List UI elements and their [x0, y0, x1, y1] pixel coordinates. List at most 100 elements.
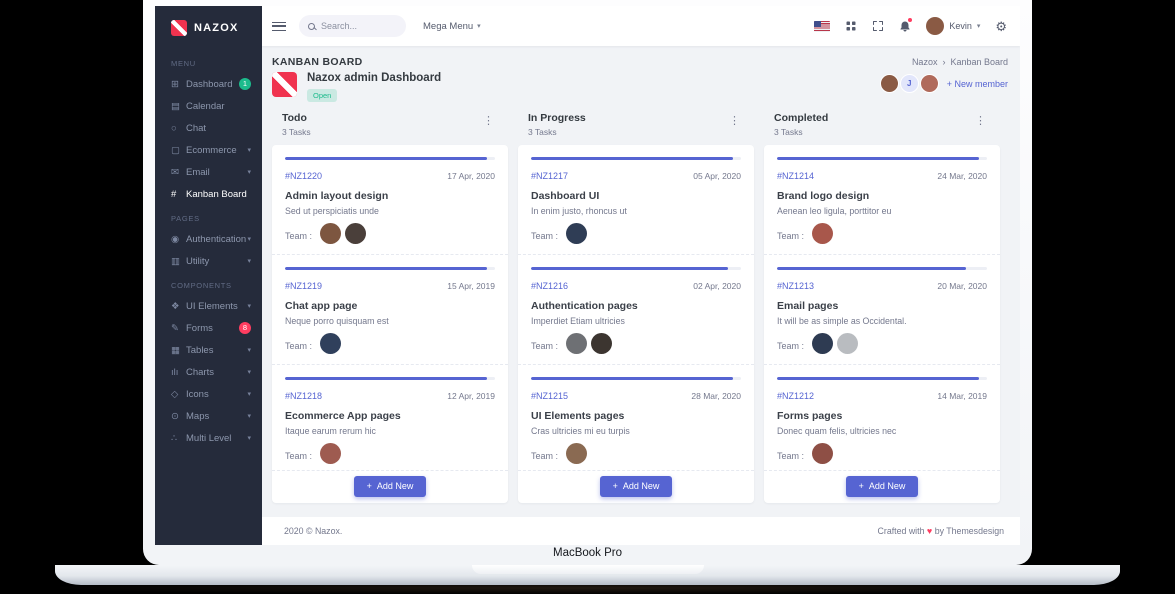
team-label: Team : — [531, 231, 559, 241]
card-progress-bar — [531, 267, 729, 270]
card-id-link[interactable]: #NZ1215 — [531, 391, 568, 401]
sidebar-item-email[interactable]: ✉ Email ▾ — [155, 161, 262, 183]
sidebar-item-label: Tables — [186, 344, 214, 356]
card-title[interactable]: Email pages — [777, 300, 987, 312]
sidebar-item-forms[interactable]: ✎ Forms 8 — [155, 317, 262, 339]
team-label: Team : — [777, 341, 805, 351]
macbook-frame: MacBook Pro NAZOX MENU ⊞ Dashboard 1 ▤ C… — [143, 0, 1032, 565]
card-description: Neque porro quisquam est — [285, 316, 389, 326]
kanban-card[interactable]: #NZ1219 15 Apr, 2019 Chat app page Neque… — [272, 255, 508, 365]
kanban-card[interactable]: #NZ1212 14 Mar, 2019 Forms pages Donec q… — [764, 365, 1000, 471]
kanban-card[interactable]: #NZ1215 28 Mar, 2020 UI Elements pages C… — [518, 365, 754, 471]
card-title[interactable]: UI Elements pages — [531, 410, 741, 422]
sidebar-item-label: Calendar — [186, 100, 225, 112]
card-title[interactable]: Chat app page — [285, 300, 495, 312]
search-input[interactable] — [321, 21, 397, 31]
add-new-button[interactable]: + Add New — [599, 475, 673, 497]
kanban-icon: # — [171, 188, 177, 200]
avatar — [837, 333, 859, 354]
column-menu-icon[interactable]: ⋮ — [971, 112, 990, 129]
sidebar-section-pages: PAGES — [171, 214, 200, 223]
card-date: 12 Apr, 2019 — [447, 391, 495, 401]
card-progress-bar — [285, 377, 487, 380]
brand-name: NAZOX — [194, 22, 239, 34]
breadcrumb-separator: › — [942, 57, 946, 67]
avatar: J — [899, 74, 919, 93]
chevron-down-icon: ▾ — [247, 169, 251, 176]
card-title[interactable]: Authentication pages — [531, 300, 741, 312]
menu-toggle-icon[interactable] — [272, 21, 286, 31]
mega-menu-label: Mega Menu — [423, 20, 474, 32]
brand-logo[interactable]: NAZOX — [155, 6, 262, 50]
card-id-link[interactable]: #NZ1212 — [777, 391, 814, 401]
card-description: Cras ultricies mi eu turpis — [531, 426, 630, 436]
card-title[interactable]: Forms pages — [777, 410, 987, 422]
column-task-count: 3 Tasks — [774, 127, 803, 137]
sidebar-item-label: Ecommerce — [186, 144, 237, 156]
kanban-card[interactable]: #NZ1218 12 Apr, 2019 Ecommerce App pages… — [272, 365, 508, 471]
sidebar-item-calendar[interactable]: ▤ Calendar — [155, 95, 262, 117]
kanban-card[interactable]: #NZ1216 02 Apr, 2020 Authentication page… — [518, 255, 754, 365]
card-id-link[interactable]: #NZ1214 — [777, 171, 814, 181]
fullscreen-button[interactable] — [872, 20, 884, 32]
breadcrumb-nazox[interactable]: Nazox — [912, 57, 938, 67]
card-title[interactable]: Brand logo design — [777, 190, 987, 202]
team-label: Team : — [285, 231, 313, 241]
sidebar-item-multi-level[interactable]: ∴ Multi Level ▾ — [155, 427, 262, 449]
sidebar-item-maps[interactable]: ⊙ Maps ▾ — [155, 405, 262, 427]
card-id-link[interactable]: #NZ1220 — [285, 171, 322, 181]
avatar — [926, 17, 945, 35]
column-menu-icon[interactable]: ⋮ — [479, 112, 498, 129]
ecommerce-icon: ▢ — [171, 144, 180, 156]
card-id-link[interactable]: #NZ1216 — [531, 281, 568, 291]
fullscreen-icon — [873, 21, 884, 31]
add-new-button[interactable]: + Add New — [845, 475, 919, 497]
notifications-button[interactable] — [899, 17, 913, 33]
search-box[interactable] — [299, 15, 406, 37]
page-footer: 2020 © Nazox. Crafted with ♥ by Themesde… — [262, 517, 1020, 545]
sidebar-item-kanban-board[interactable]: # Kanban Board — [155, 183, 262, 205]
charts-icon: ılı — [171, 366, 179, 378]
settings-button[interactable]: ⚙ — [995, 20, 1007, 33]
card-title[interactable]: Ecommerce App pages — [285, 410, 495, 422]
card-date: 05 Apr, 2020 — [693, 171, 741, 181]
new-member-button[interactable]: + New member — [947, 79, 1008, 89]
sidebar-item-authentication[interactable]: ◉ Authentication ▾ — [155, 228, 262, 250]
apps-grid-button[interactable] — [845, 20, 857, 32]
user-menu[interactable]: Kevin ▾ — [926, 17, 980, 35]
kanban-card[interactable]: #NZ1213 20 Mar, 2020 Email pages It will… — [764, 255, 1000, 365]
team-avatars — [316, 223, 367, 249]
sidebar-item-label: Email — [186, 166, 210, 178]
sidebar-item-utility[interactable]: ▥ Utility ▾ — [155, 250, 262, 272]
avatar — [879, 74, 899, 93]
sidebar-item-dashboard[interactable]: ⊞ Dashboard 1 — [155, 73, 262, 95]
sidebar-item-ui-elements[interactable]: ❖ UI Elements ▾ — [155, 295, 262, 317]
sidebar-item-icons[interactable]: ◇ Icons ▾ — [155, 383, 262, 405]
team-label: Team : — [777, 451, 805, 461]
sidebar-item-tables[interactable]: ▦ Tables ▾ — [155, 339, 262, 361]
team-label: Team : — [285, 451, 313, 461]
kanban-card[interactable]: #NZ1220 17 Apr, 2020 Admin layout design… — [272, 145, 508, 255]
sidebar-item-label: Chat — [186, 122, 207, 134]
card-id-link[interactable]: #NZ1213 — [777, 281, 814, 291]
sidebar-item-chat[interactable]: ○ Chat — [155, 117, 262, 139]
add-new-button[interactable]: + Add New — [353, 475, 427, 497]
sidebar-item-ecommerce[interactable]: ▢ Ecommerce ▾ — [155, 139, 262, 161]
language-flag-button[interactable] — [814, 20, 831, 32]
kanban-card[interactable]: #NZ1217 05 Apr, 2020 Dashboard UI In eni… — [518, 145, 754, 255]
card-id-link[interactable]: #NZ1218 — [285, 391, 322, 401]
card-title[interactable]: Admin layout design — [285, 190, 495, 202]
card-id-link[interactable]: #NZ1219 — [285, 281, 322, 291]
mega-menu-button[interactable]: Mega Menu ▾ — [423, 21, 481, 32]
card-id-link[interactable]: #NZ1217 — [531, 171, 568, 181]
column-menu-icon[interactable]: ⋮ — [725, 112, 744, 129]
sidebar-item-label: Dashboard — [186, 78, 233, 90]
heart-icon: ♥ — [926, 526, 933, 536]
kanban-card[interactable]: #NZ1214 24 Mar, 2020 Brand logo design A… — [764, 145, 1000, 255]
card-title[interactable]: Dashboard UI — [531, 190, 741, 202]
project-name: Nazox admin Dashboard — [307, 72, 442, 84]
forms-icon: ✎ — [171, 322, 179, 334]
sidebar-item-charts[interactable]: ılı Charts ▾ — [155, 361, 262, 383]
team-avatars — [562, 333, 613, 359]
copyright: 2020 © Nazox. — [284, 526, 343, 536]
